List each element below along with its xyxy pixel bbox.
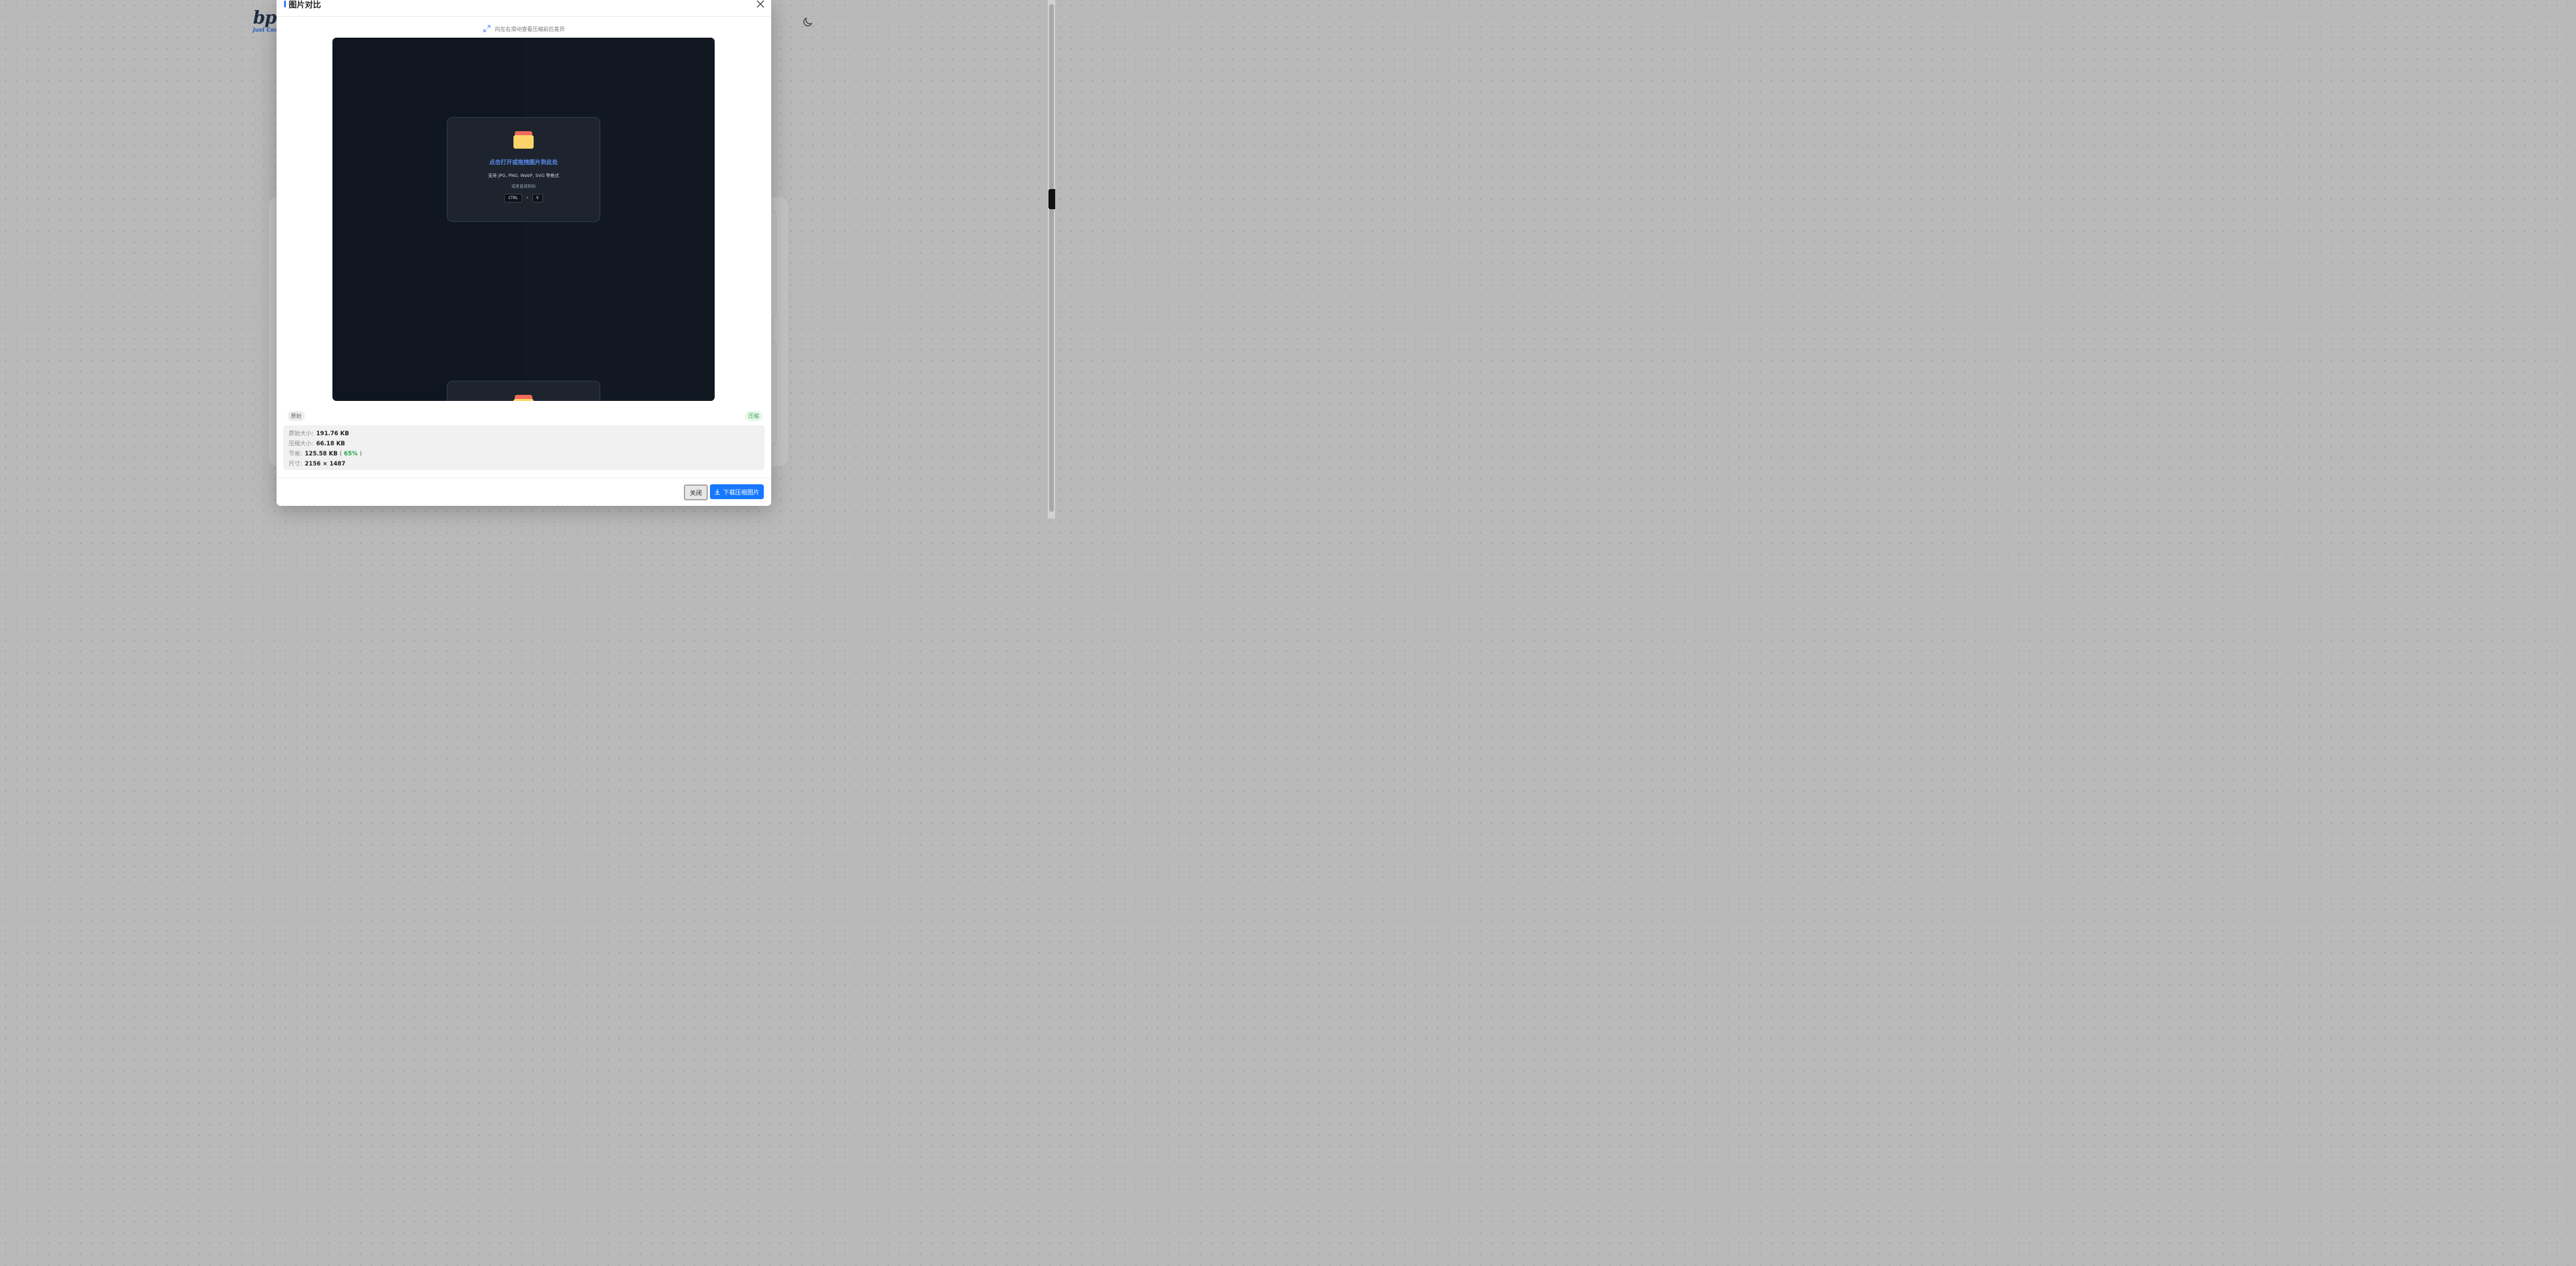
plus-sign: +	[525, 196, 529, 200]
upload-title: 点击打开或拖拽图片到此处	[489, 159, 558, 166]
dimensions-label: 尺寸:	[289, 461, 302, 468]
dialog-title: 图片对比	[289, 0, 322, 9]
saved-value: 125.58 KB	[304, 451, 338, 457]
page-scrollbar-thumb[interactable]	[1049, 4, 1054, 512]
app-logo-tagline: Just Com	[253, 27, 280, 33]
paren-close: )	[359, 451, 362, 457]
paste-shortcut: CTRL + V	[448, 194, 600, 202]
compression-stats: 原始大小: 191.76 KB 压缩大小: 66.18 KB 节省: 125.58 K…	[283, 425, 764, 470]
expand-arrows-icon	[483, 25, 491, 32]
v-key: V	[532, 194, 543, 202]
close-icon[interactable]	[756, 0, 765, 9]
dialog-header: 图片对比	[277, 0, 771, 17]
paren-open: (	[339, 451, 343, 457]
preview-upload-card: 点击打开或拖拽图片到此处 支持 JPG, PNG, WebP, SVG 等格式 …	[447, 117, 600, 222]
compressed-tag: 压缩	[745, 411, 762, 421]
preview-upload-card-duplicate	[447, 381, 600, 401]
original-size-label: 原始大小:	[289, 431, 314, 437]
compare-hint: 向左右滑动查看压缩前后差异	[277, 25, 771, 33]
image-compare-dialog: 图片对比 向左右滑动查看压缩前后差异 点击打开或拖拽图片到此处 支持 JPG, …	[277, 0, 771, 506]
download-button-label: 下载压缩图片	[723, 489, 760, 496]
compressed-size-row: 压缩大小: 66.18 KB	[289, 439, 345, 447]
download-compressed-button[interactable]: 下载压缩图片	[710, 484, 764, 499]
dimensions-row: 尺寸: 2156 × 1487	[289, 459, 345, 468]
compressed-size-value: 66.18 KB	[316, 441, 345, 447]
dimensions-value: 2156 × 1487	[304, 461, 346, 468]
original-size-row: 原始大小: 191.76 KB	[289, 429, 349, 437]
close-button[interactable]: 关闭	[684, 484, 708, 500]
compare-slider-preview[interactable]: 点击打开或拖拽图片到此处 支持 JPG, PNG, WebP, SVG 等格式 …	[332, 38, 715, 401]
saved-label: 节省:	[289, 451, 302, 457]
moon-icon[interactable]	[801, 16, 814, 28]
original-tag: 原始	[287, 411, 305, 421]
ctrl-key: CTRL	[504, 194, 522, 202]
folder-icon	[513, 395, 534, 401]
original-size-value: 191.76 KB	[316, 431, 349, 437]
saved-row: 节省: 125.58 KB(65%)	[289, 449, 364, 457]
saved-percent: 65%	[344, 451, 358, 457]
compressed-size-label: 压缩大小:	[289, 441, 314, 447]
upload-paste-hint: 或者直接粘贴	[511, 184, 536, 189]
side-floating-tab[interactable]	[1048, 189, 1055, 209]
download-icon	[715, 489, 720, 495]
title-accent-bar	[284, 1, 286, 7]
folder-icon	[513, 131, 534, 149]
compare-hint-text: 向左右滑动查看压缩前后差异	[495, 26, 565, 32]
upload-formats: 支持 JPG, PNG, WebP, SVG 等格式	[488, 173, 559, 178]
